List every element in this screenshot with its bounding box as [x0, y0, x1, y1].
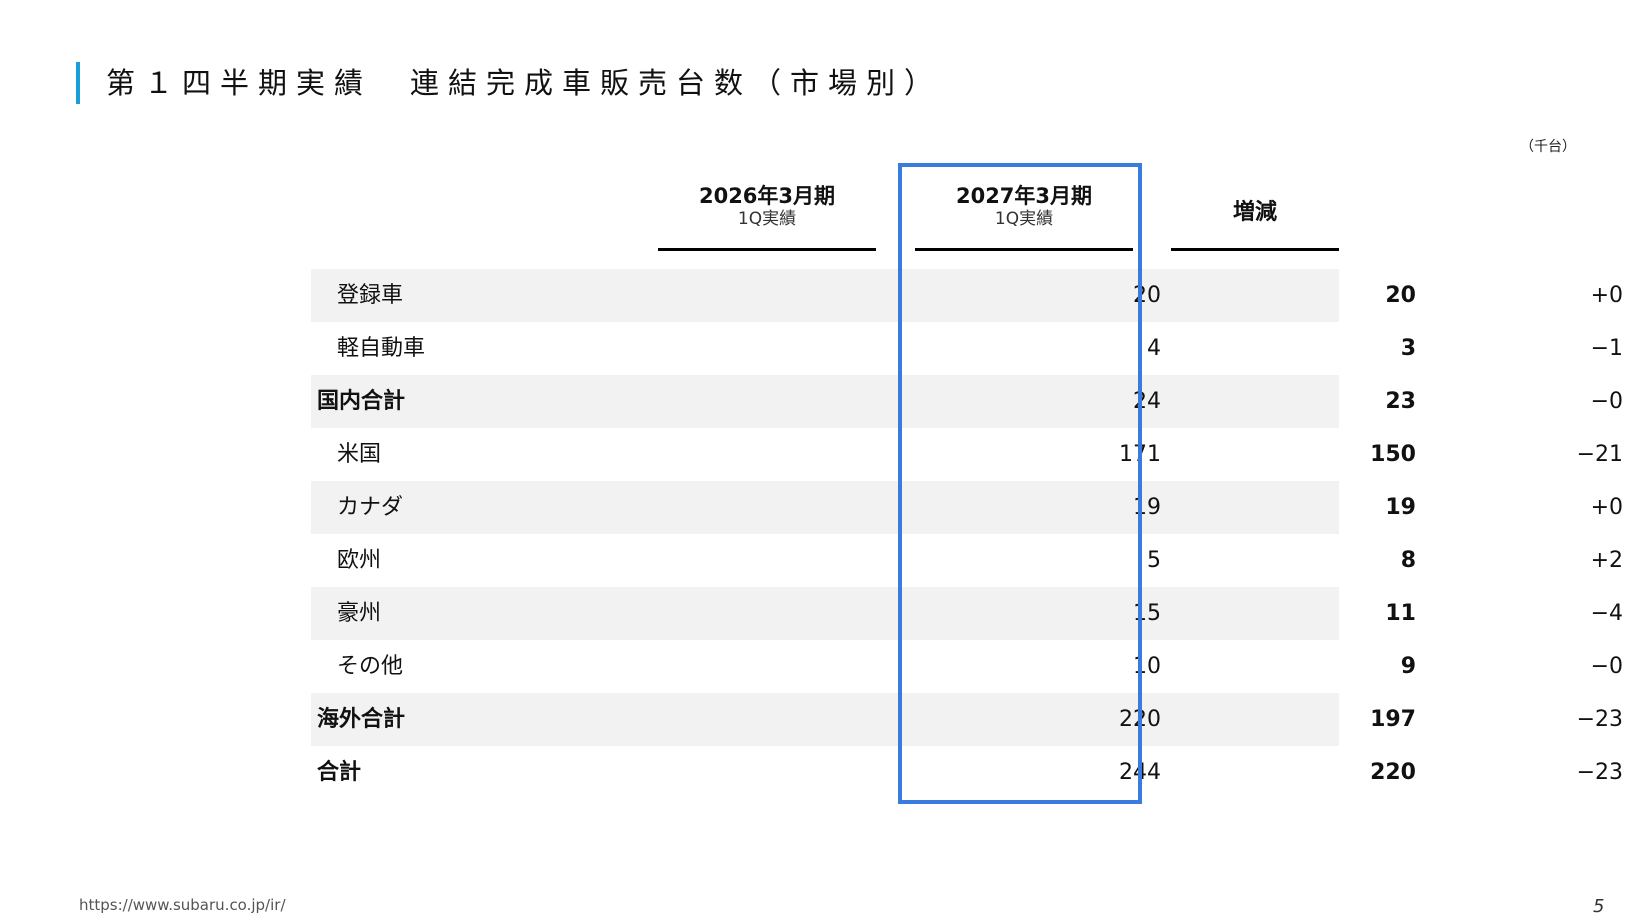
value-difference: −0 — [1590, 389, 1623, 414]
value-difference: −21 — [1576, 442, 1623, 467]
row-label: カナダ — [337, 495, 404, 520]
page-number: 5 — [1593, 896, 1605, 917]
table-row: カナダ 19 19 +0 — [311, 481, 1623, 534]
value-difference: −23 — [1576, 760, 1623, 785]
row-label: 欧州 — [337, 548, 382, 573]
row-label: 軽自動車 — [337, 336, 426, 361]
value-current-year: 11 — [1385, 601, 1416, 626]
table-row: 登録車 20 20 +0 — [311, 269, 1623, 322]
value-current-year: 3 — [1400, 336, 1416, 361]
table-row-grand-total: 合計 244 220 −23 — [311, 746, 1623, 799]
value-current-year: 23 — [1385, 389, 1416, 414]
table-row-subtotal: 海外合計 220 197 −23 — [311, 693, 1623, 746]
column-header-difference: 増減 — [1171, 183, 1339, 251]
column-header-prev-year: 2026年3月期 1Q実績 — [658, 183, 876, 251]
table-row: 軽自動車 4 3 −1 — [311, 322, 1623, 375]
row-label: 国内合計 — [317, 389, 406, 414]
value-current-year: 19 — [1385, 495, 1416, 520]
table-row: 欧州 5 8 +2 — [311, 534, 1623, 587]
row-label: 豪州 — [337, 601, 382, 626]
column-header-difference-title: 増減 — [1232, 200, 1277, 225]
column-header-prev-year-title: 2026年3月期 — [698, 184, 836, 208]
table-row: 米国 171 150 −21 — [311, 428, 1623, 481]
value-current-year: 197 — [1370, 707, 1416, 732]
value-current-year: 220 — [1370, 760, 1416, 785]
current-year-highlight-frame — [898, 163, 1142, 804]
column-header-prev-year-subtitle: 1Q実績 — [737, 209, 797, 229]
row-label: 合計 — [317, 760, 362, 785]
table-row: 豪州 15 11 −4 — [311, 587, 1623, 640]
page-title: 第１四半期実績 連結完成車販売台数（市場別） — [106, 66, 943, 100]
row-label: その他 — [337, 654, 404, 679]
value-difference: +0 — [1590, 283, 1623, 308]
value-current-year: 150 — [1370, 442, 1416, 467]
title-accent-bar — [76, 62, 80, 104]
value-current-year: 20 — [1385, 283, 1416, 308]
row-label: 登録車 — [337, 283, 404, 308]
value-current-year: 9 — [1400, 654, 1416, 679]
unit-label: （千台） — [1520, 139, 1576, 155]
value-difference: −23 — [1576, 707, 1623, 732]
table-row: その他 10 9 −0 — [311, 640, 1623, 693]
row-label: 海外合計 — [317, 707, 406, 732]
value-difference: −1 — [1590, 336, 1623, 361]
value-difference: −4 — [1590, 601, 1623, 626]
footer-url: https://www.subaru.co.jp/ir/ — [79, 896, 286, 914]
value-difference: +2 — [1590, 548, 1623, 573]
value-difference: −0 — [1590, 654, 1623, 679]
table-row-subtotal: 国内合計 24 23 −0 — [311, 375, 1623, 428]
value-current-year: 8 — [1400, 548, 1416, 573]
row-label: 米国 — [337, 442, 382, 467]
sales-table: 登録車 20 20 +0 軽自動車 4 3 −1 国内合計 24 23 −0 米… — [311, 269, 1623, 799]
value-difference: +0 — [1590, 495, 1623, 520]
